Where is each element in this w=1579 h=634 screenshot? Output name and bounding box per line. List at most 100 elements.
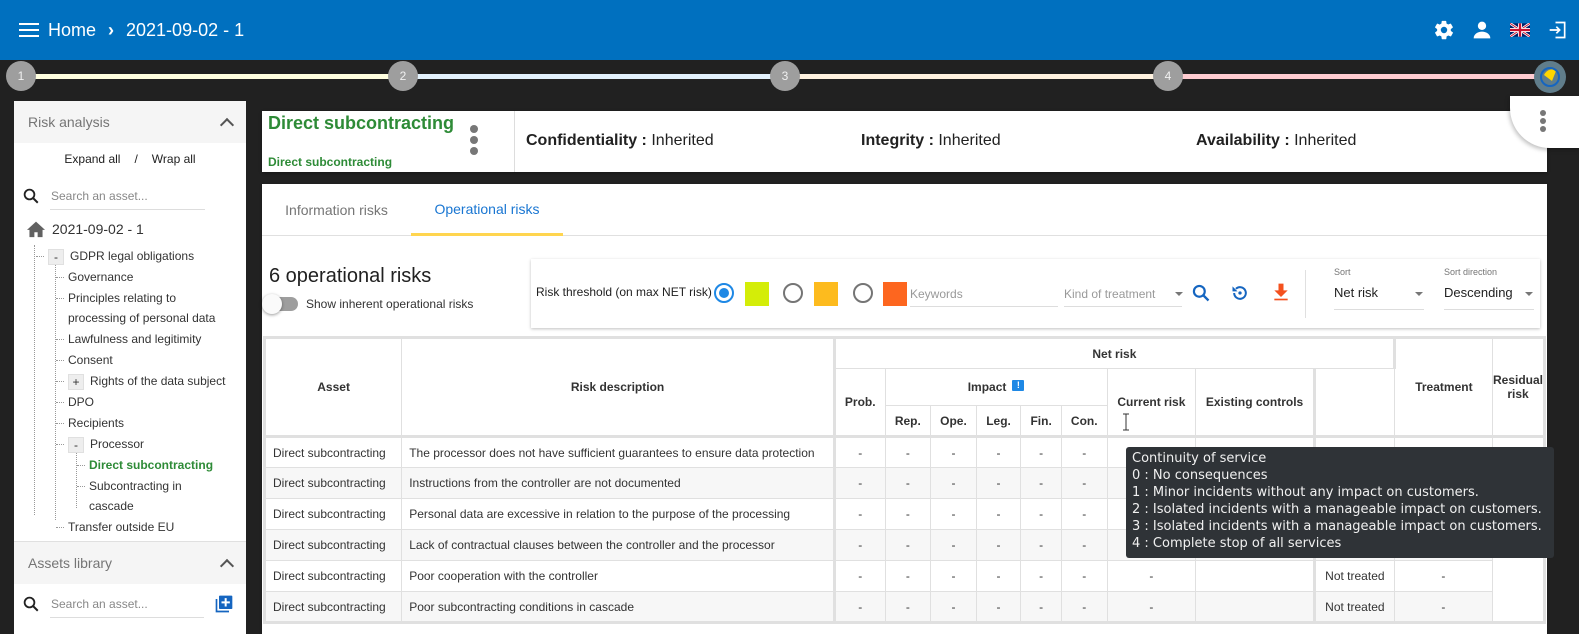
uk-flag-icon[interactable] <box>1509 19 1531 41</box>
search-button-icon[interactable] <box>1191 283 1211 303</box>
stepper-step-3[interactable]: 3 <box>770 61 800 91</box>
col-con[interactable]: Con. <box>1060 405 1108 437</box>
tree-node-dpo[interactable]: DPO <box>68 392 94 412</box>
vertical-dots-icon[interactable] <box>1540 110 1546 134</box>
stepper-step-2[interactable]: 2 <box>388 61 418 91</box>
cell-existing-controls[interactable] <box>1195 591 1316 623</box>
sort-direction-select[interactable]: Descending <box>1444 281 1534 310</box>
logout-icon[interactable] <box>1547 19 1569 41</box>
assets-library-search-input[interactable]: Search an asset... <box>50 591 204 618</box>
cell-leg[interactable]: - <box>975 498 1022 530</box>
tree-root[interactable]: 2021-09-02 - 1 <box>26 219 144 239</box>
cell-prob[interactable]: - <box>832 436 886 468</box>
add-asset-icon[interactable] <box>214 594 234 614</box>
col-prob[interactable]: Prob. <box>832 368 886 437</box>
chevron-up-icon[interactable] <box>219 117 235 132</box>
cell-ope[interactable]: - <box>930 436 977 468</box>
cell-rep[interactable]: - <box>884 498 932 530</box>
tree-node-cascade[interactable]: Subcontracting in <box>89 476 182 496</box>
cell-description[interactable]: Lack of contractual clauses between the … <box>401 529 835 561</box>
threshold-radio-low[interactable] <box>714 283 734 303</box>
tree-node-processor[interactable]: - Processor <box>68 434 144 454</box>
cell-leg[interactable]: - <box>975 591 1022 623</box>
cell-ope[interactable]: - <box>930 560 977 592</box>
cell-prob[interactable]: - <box>832 498 886 530</box>
col-rep[interactable]: Rep. <box>884 405 932 437</box>
cell-rep[interactable]: - <box>884 560 932 592</box>
tree-node-gdpr[interactable]: - GDPR legal obligations <box>48 246 194 266</box>
cell-ope[interactable]: - <box>930 467 977 499</box>
gear-icon[interactable] <box>1433 19 1455 41</box>
cell-con[interactable]: - <box>1060 436 1108 468</box>
tree-node-direct-subcontracting[interactable]: Direct subcontracting <box>89 455 213 475</box>
cell-fin[interactable]: - <box>1020 529 1062 561</box>
wrap-all-button[interactable]: Wrap all <box>152 152 196 166</box>
cell-con[interactable]: - <box>1060 591 1108 623</box>
table-row[interactable]: Direct subcontracting Poor cooperation w… <box>263 560 1545 592</box>
cell-description[interactable]: Personal data are excessive in relation … <box>401 498 835 530</box>
tree-node-lawfulness[interactable]: Lawfulness and legitimity <box>68 329 201 349</box>
breadcrumb-home[interactable]: Home <box>48 20 96 41</box>
threshold-radio-high[interactable] <box>853 283 873 303</box>
cell-fin[interactable]: - <box>1020 498 1062 530</box>
tree-node-transfer[interactable]: Transfer outside EU <box>68 517 174 537</box>
hamburger-menu-icon[interactable] <box>19 23 39 37</box>
cell-prob[interactable]: - <box>832 591 886 623</box>
sort-select[interactable]: Net risk <box>1334 281 1424 310</box>
cell-fin[interactable]: - <box>1020 436 1062 468</box>
cell-leg[interactable]: - <box>975 467 1022 499</box>
download-icon[interactable] <box>1271 281 1291 303</box>
tree-node-principles-cont[interactable]: processing of personal data <box>68 308 215 328</box>
cell-prob[interactable]: - <box>832 560 886 592</box>
cell-con[interactable]: - <box>1060 467 1108 499</box>
expand-all-button[interactable]: Expand all <box>64 152 120 166</box>
assets-library-panel-header[interactable]: Assets library <box>14 542 246 584</box>
cell-con[interactable]: - <box>1060 529 1108 561</box>
stepper-step-1[interactable]: 1 <box>6 61 36 91</box>
asset-more-options-icon[interactable] <box>470 125 480 158</box>
cell-description[interactable]: Instructions from the controller are not… <box>401 467 835 499</box>
col-current-risk[interactable]: Current risk <box>1106 368 1197 437</box>
tree-node-rights[interactable]: + Rights of the data subject <box>68 371 225 391</box>
col-asset[interactable]: Asset <box>263 337 403 437</box>
threshold-radio-medium[interactable] <box>783 283 803 303</box>
cell-prob[interactable]: - <box>832 467 886 499</box>
tree-node-recipients[interactable]: Recipients <box>68 413 124 433</box>
col-risk-description[interactable]: Risk description <box>401 337 835 437</box>
show-inherent-toggle[interactable] <box>262 294 298 314</box>
cell-leg[interactable]: - <box>975 436 1022 468</box>
cell-treatment-link[interactable]: Not treated <box>1313 560 1395 592</box>
cell-rep[interactable]: - <box>884 436 932 468</box>
col-treatment[interactable]: Treatment <box>1393 337 1493 437</box>
col-fin[interactable]: Fin. <box>1020 405 1062 437</box>
cell-description[interactable]: Poor cooperation with the controller <box>401 560 835 592</box>
cell-ope[interactable]: - <box>930 591 977 623</box>
chevron-up-icon[interactable] <box>219 558 235 573</box>
col-residual-risk[interactable]: Residual risk <box>1491 337 1546 437</box>
cell-leg[interactable]: - <box>975 529 1022 561</box>
keywords-input[interactable]: Keywords <box>910 283 1058 307</box>
reset-filters-icon[interactable] <box>1230 283 1250 303</box>
cell-treatment-link[interactable]: Not treated <box>1313 591 1395 623</box>
col-ope[interactable]: Ope. <box>930 405 977 437</box>
tree-node-cascade-cont[interactable]: cascade <box>89 496 134 516</box>
cell-existing-controls[interactable] <box>1195 560 1316 592</box>
kind-of-treatment-select[interactable]: Kind of treatment <box>1064 283 1182 307</box>
cell-rep[interactable]: - <box>884 591 932 623</box>
app-logo-icon[interactable] <box>1534 61 1566 93</box>
cell-rep[interactable]: - <box>884 467 932 499</box>
cell-fin[interactable]: - <box>1020 560 1062 592</box>
cell-fin[interactable]: - <box>1020 467 1062 499</box>
collapse-toggle[interactable]: - <box>68 436 84 453</box>
cell-fin[interactable]: - <box>1020 591 1062 623</box>
risk-analysis-search-input[interactable]: Search an asset... <box>50 183 205 210</box>
tab-operational-risks[interactable]: Operational risks <box>411 184 563 236</box>
tree-node-consent[interactable]: Consent <box>68 350 113 370</box>
tree-node-governance[interactable]: Governance <box>68 267 133 287</box>
cell-prob[interactable]: - <box>832 529 886 561</box>
expand-toggle[interactable]: + <box>68 373 84 390</box>
cell-description[interactable]: Poor subcontracting conditions in cascad… <box>401 591 835 623</box>
stepper-step-4[interactable]: 4 <box>1153 61 1183 91</box>
cell-ope[interactable]: - <box>930 529 977 561</box>
cell-rep[interactable]: - <box>884 529 932 561</box>
